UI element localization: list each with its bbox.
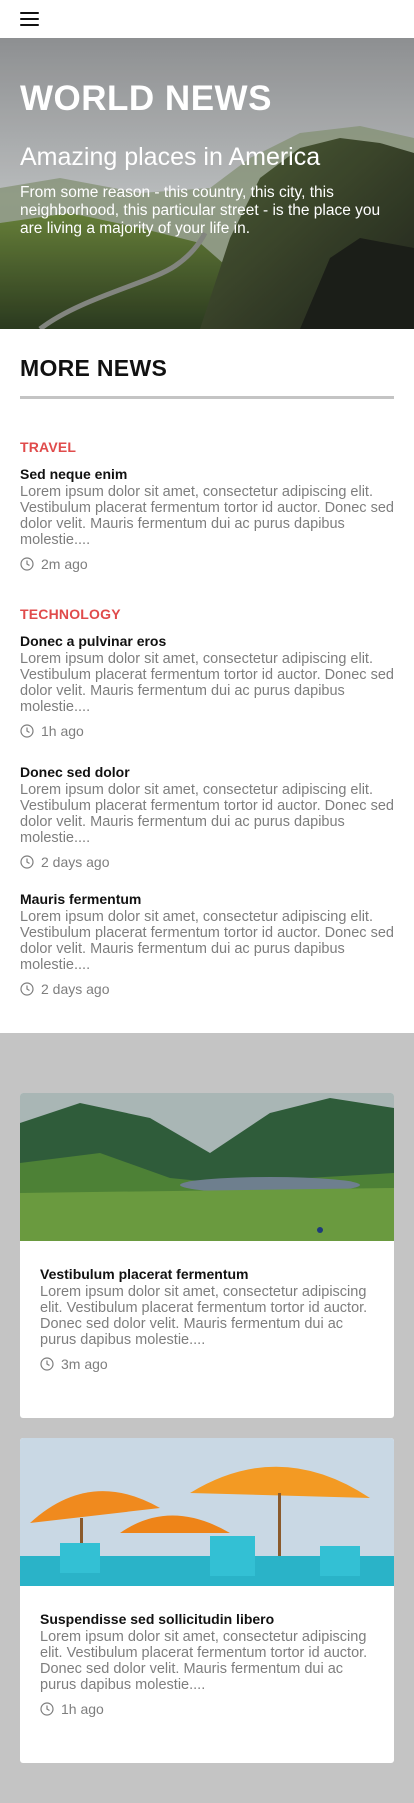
hero-subtitle: Amazing places in America (20, 142, 321, 171)
article-meta: 1h ago (20, 723, 394, 739)
clock-icon (20, 982, 34, 996)
clock-icon (40, 1702, 54, 1716)
article-time: 2m ago (41, 556, 88, 572)
article-category[interactable]: TECHNOLOGY (20, 606, 394, 622)
article-meta: 2 days ago (20, 981, 394, 997)
article-category[interactable]: TRAVEL (20, 439, 394, 455)
hamburger-menu-icon[interactable] (20, 12, 39, 26)
divider (20, 396, 394, 399)
hero-description: From some reason - this country, this ci… (20, 183, 381, 237)
clock-icon (20, 557, 34, 571)
article-title[interactable]: Mauris fermentum (20, 890, 394, 908)
article-excerpt: Lorem ipsum dolor sit amet, consectetur … (20, 909, 394, 973)
news-article[interactable]: TRAVEL Sed neque enim Lorem ipsum dolor … (20, 439, 394, 572)
article-meta: 2 days ago (20, 854, 394, 870)
featured-cards-section: Vestibulum placerat fermentum Lorem ipsu… (0, 1033, 414, 1803)
clock-icon (40, 1357, 54, 1371)
card-excerpt: Lorem ipsum dolor sit amet, consectetur … (40, 1284, 368, 1348)
card-excerpt: Lorem ipsum dolor sit amet, consectetur … (40, 1629, 368, 1693)
article-meta: 2m ago (20, 556, 394, 572)
news-card[interactable]: Vestibulum placerat fermentum Lorem ipsu… (20, 1093, 394, 1418)
card-meta: 3m ago (40, 1356, 374, 1372)
article-title[interactable]: Donec sed dolor (20, 763, 394, 781)
card-time: 3m ago (61, 1356, 108, 1372)
clock-icon (20, 724, 34, 738)
top-bar (0, 0, 414, 38)
card-meta: 1h ago (40, 1701, 374, 1717)
card-time: 1h ago (61, 1701, 104, 1717)
card-title[interactable]: Vestibulum placerat fermentum (40, 1265, 374, 1283)
news-article[interactable]: Mauris fermentum Lorem ipsum dolor sit a… (20, 890, 394, 997)
news-article[interactable]: Donec sed dolor Lorem ipsum dolor sit am… (20, 763, 394, 870)
clock-icon (20, 855, 34, 869)
hero-title: WORLD NEWS (20, 79, 272, 118)
article-excerpt: Lorem ipsum dolor sit amet, consectetur … (20, 484, 394, 548)
article-title[interactable]: Sed neque enim (20, 465, 394, 483)
article-time: 2 days ago (41, 981, 110, 997)
card-title[interactable]: Suspendisse sed sollicitudin libero (40, 1610, 374, 1628)
news-card[interactable]: Suspendisse sed sollicitudin libero Lore… (20, 1438, 394, 1763)
section-heading: MORE NEWS (20, 355, 168, 381)
article-excerpt: Lorem ipsum dolor sit amet, consectetur … (20, 651, 394, 715)
article-excerpt: Lorem ipsum dolor sit amet, consectetur … (20, 782, 394, 846)
article-time: 1h ago (41, 723, 84, 739)
article-title[interactable]: Donec a pulvinar eros (20, 632, 394, 650)
green-valley-lake-image[interactable] (20, 1093, 394, 1241)
news-article[interactable]: TECHNOLOGY Donec a pulvinar eros Lorem i… (20, 606, 394, 739)
article-time: 2 days ago (41, 854, 110, 870)
hero-banner: WORLD NEWS Amazing places in America Fro… (0, 38, 414, 329)
orange-beach-umbrellas-image[interactable] (20, 1438, 394, 1586)
more-news-section: MORE NEWS TRAVEL Sed neque enim Lorem ip… (0, 329, 414, 1033)
